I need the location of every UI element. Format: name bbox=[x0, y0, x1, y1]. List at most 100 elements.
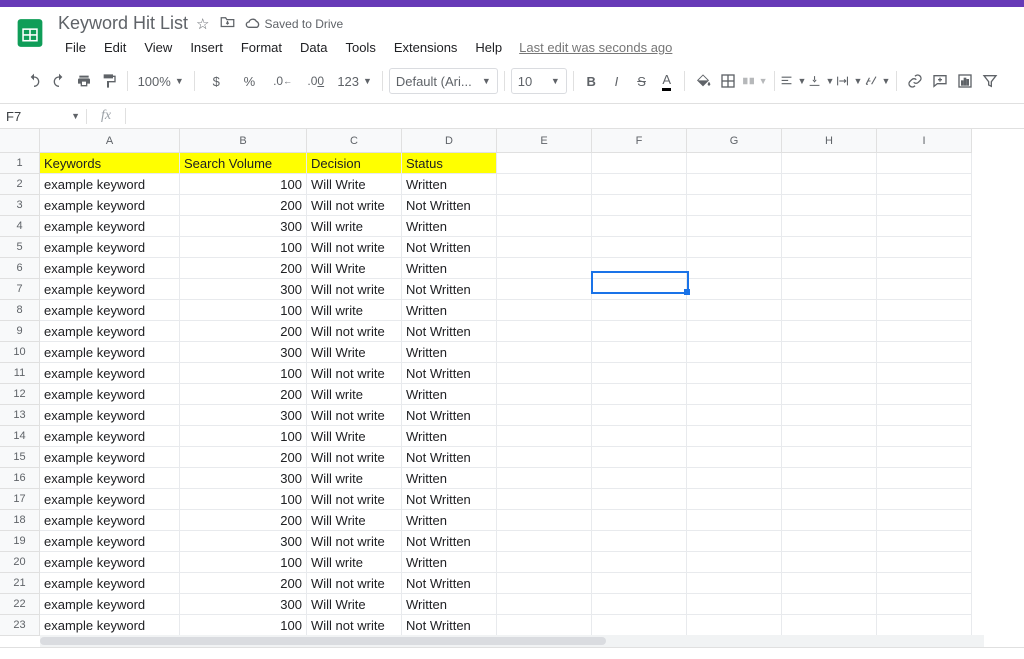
cell[interactable] bbox=[497, 510, 592, 531]
cell[interactable]: 100 bbox=[180, 174, 307, 195]
row-header[interactable]: 19 bbox=[0, 531, 40, 552]
menu-format[interactable]: Format bbox=[234, 36, 289, 59]
row-header[interactable]: 2 bbox=[0, 174, 40, 195]
cell[interactable] bbox=[687, 279, 782, 300]
cell[interactable] bbox=[592, 279, 687, 300]
cell[interactable]: Will Write bbox=[307, 510, 402, 531]
text-color-button[interactable]: A bbox=[655, 68, 678, 94]
cell[interactable] bbox=[592, 216, 687, 237]
cell[interactable] bbox=[782, 342, 877, 363]
row-header[interactable]: 3 bbox=[0, 195, 40, 216]
rotate-button[interactable]: ▼ bbox=[864, 68, 890, 94]
cell[interactable] bbox=[687, 174, 782, 195]
cell[interactable] bbox=[687, 489, 782, 510]
cell[interactable] bbox=[687, 531, 782, 552]
cell[interactable]: Not Written bbox=[402, 363, 497, 384]
cell[interactable] bbox=[687, 426, 782, 447]
cell[interactable] bbox=[592, 174, 687, 195]
cell[interactable] bbox=[687, 615, 782, 636]
menu-help[interactable]: Help bbox=[468, 36, 509, 59]
cell[interactable]: 200 bbox=[180, 573, 307, 594]
cell[interactable]: 200 bbox=[180, 447, 307, 468]
cell[interactable]: Will not write bbox=[307, 195, 402, 216]
cell[interactable] bbox=[877, 594, 972, 615]
filter-button[interactable] bbox=[979, 68, 1002, 94]
row-header[interactable]: 17 bbox=[0, 489, 40, 510]
cell[interactable]: Will Write bbox=[307, 594, 402, 615]
row-header[interactable]: 21 bbox=[0, 573, 40, 594]
row-header[interactable]: 5 bbox=[0, 237, 40, 258]
row-header[interactable]: 8 bbox=[0, 300, 40, 321]
cell[interactable]: 200 bbox=[180, 321, 307, 342]
cell[interactable] bbox=[687, 321, 782, 342]
cell[interactable]: example keyword bbox=[40, 321, 180, 342]
cell[interactable] bbox=[592, 531, 687, 552]
col-header[interactable]: F bbox=[592, 129, 687, 153]
cell[interactable]: Will not write bbox=[307, 531, 402, 552]
cell[interactable] bbox=[877, 531, 972, 552]
cell[interactable] bbox=[497, 153, 592, 174]
cell[interactable]: example keyword bbox=[40, 279, 180, 300]
cell[interactable] bbox=[592, 363, 687, 384]
cell[interactable] bbox=[592, 384, 687, 405]
v-align-button[interactable]: ▼ bbox=[808, 68, 834, 94]
cell[interactable]: Written bbox=[402, 552, 497, 573]
cell[interactable]: example keyword bbox=[40, 363, 180, 384]
cell[interactable] bbox=[687, 468, 782, 489]
cell[interactable] bbox=[592, 405, 687, 426]
cell[interactable] bbox=[592, 447, 687, 468]
cell[interactable]: Will write bbox=[307, 216, 402, 237]
cell[interactable]: Not Written bbox=[402, 489, 497, 510]
cell[interactable]: example keyword bbox=[40, 573, 180, 594]
cell[interactable] bbox=[877, 552, 972, 573]
col-header[interactable]: B bbox=[180, 129, 307, 153]
cell[interactable] bbox=[592, 594, 687, 615]
cell[interactable]: 200 bbox=[180, 195, 307, 216]
cell[interactable] bbox=[687, 195, 782, 216]
cell[interactable]: Written bbox=[402, 426, 497, 447]
cell[interactable]: 300 bbox=[180, 342, 307, 363]
merge-button[interactable]: ▼ bbox=[742, 68, 768, 94]
h-align-button[interactable]: ▼ bbox=[780, 68, 806, 94]
cell[interactable] bbox=[497, 342, 592, 363]
cell[interactable] bbox=[782, 447, 877, 468]
cell[interactable] bbox=[497, 174, 592, 195]
menu-edit[interactable]: Edit bbox=[97, 36, 133, 59]
cell[interactable]: Will not write bbox=[307, 489, 402, 510]
cell[interactable] bbox=[877, 426, 972, 447]
row-header[interactable]: 22 bbox=[0, 594, 40, 615]
cell[interactable] bbox=[497, 531, 592, 552]
cell[interactable] bbox=[687, 216, 782, 237]
cell[interactable] bbox=[782, 552, 877, 573]
cell[interactable]: Written bbox=[402, 300, 497, 321]
cell[interactable] bbox=[497, 363, 592, 384]
cell[interactable] bbox=[497, 468, 592, 489]
cell[interactable]: Will write bbox=[307, 384, 402, 405]
cell[interactable]: Status bbox=[402, 153, 497, 174]
cell[interactable] bbox=[782, 615, 877, 636]
cell[interactable] bbox=[782, 237, 877, 258]
cell[interactable]: Written bbox=[402, 174, 497, 195]
all-sheets-button[interactable]: ≡ bbox=[59, 656, 70, 659]
zoom-select[interactable]: 100%▼ bbox=[134, 68, 188, 94]
cell[interactable] bbox=[782, 405, 877, 426]
cell[interactable]: 100 bbox=[180, 363, 307, 384]
cell[interactable] bbox=[687, 258, 782, 279]
cell[interactable]: Will not write bbox=[307, 237, 402, 258]
font-select[interactable]: Default (Ari...▼ bbox=[389, 68, 498, 94]
cell[interactable]: Not Written bbox=[402, 615, 497, 636]
menu-extensions[interactable]: Extensions bbox=[387, 36, 465, 59]
cell[interactable] bbox=[592, 615, 687, 636]
row-header[interactable]: 4 bbox=[0, 216, 40, 237]
cell[interactable] bbox=[497, 552, 592, 573]
document-title[interactable]: Keyword Hit List bbox=[58, 13, 188, 34]
cell[interactable]: Not Written bbox=[402, 573, 497, 594]
print-button[interactable] bbox=[72, 68, 95, 94]
menu-view[interactable]: View bbox=[137, 36, 179, 59]
cell[interactable] bbox=[877, 363, 972, 384]
cell[interactable]: 200 bbox=[180, 258, 307, 279]
cell[interactable]: example keyword bbox=[40, 195, 180, 216]
horizontal-scrollbar[interactable] bbox=[40, 635, 984, 647]
menu-insert[interactable]: Insert bbox=[183, 36, 230, 59]
cell[interactable]: example keyword bbox=[40, 594, 180, 615]
